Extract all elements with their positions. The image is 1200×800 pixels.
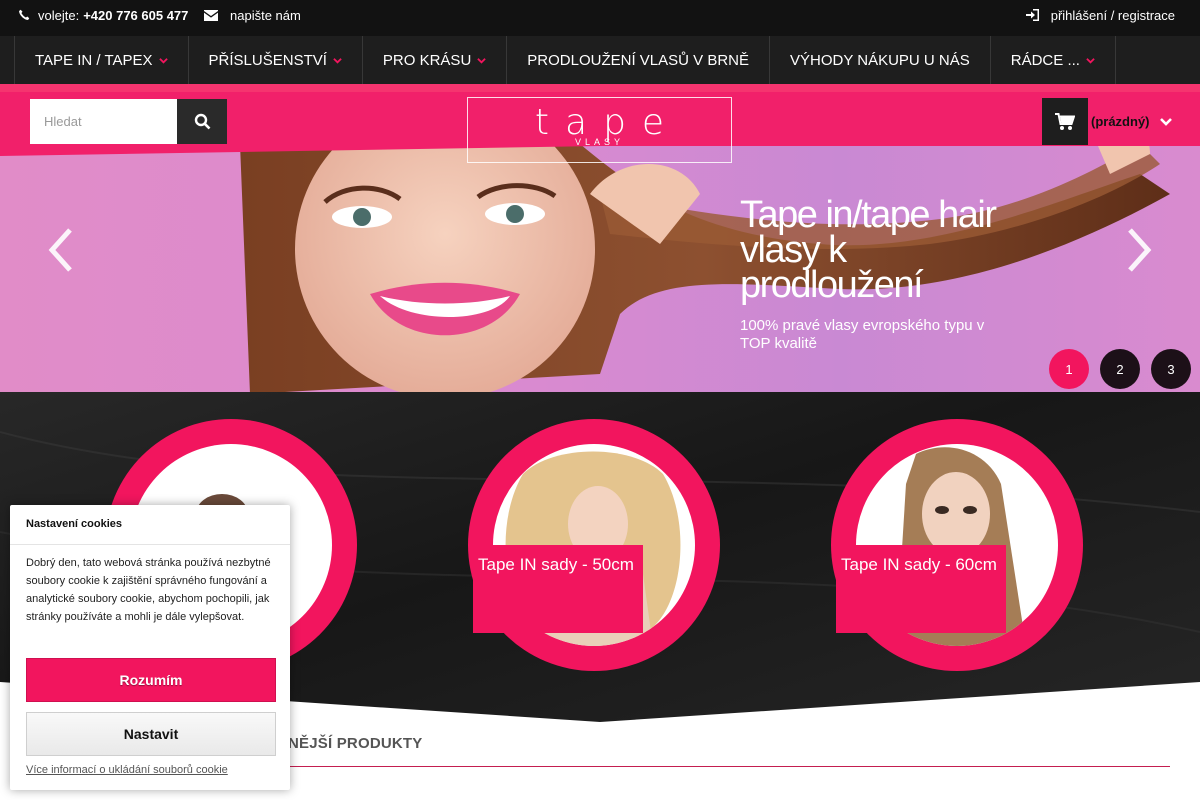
search-input[interactable]: [30, 99, 177, 144]
cookie-settings-button[interactable]: Nastavit: [26, 712, 276, 756]
slider-dot-2[interactable]: 2: [1100, 349, 1140, 389]
slider-prev-icon[interactable]: [46, 228, 76, 272]
cart-label: (prázdný): [1091, 114, 1150, 129]
category-caption-box: Tape IN sady - 60cm: [836, 545, 1006, 633]
mail-contact[interactable]: napište nám: [204, 0, 301, 30]
logo-sub: VLASY: [574, 137, 625, 147]
nav-item-tape-in[interactable]: TAPE IN / TAPEX: [14, 36, 189, 84]
slide-subtitle: 100% pravé vlasy evropského typu v TOP k…: [740, 317, 985, 352]
products-heading: NĚJŠÍ PRODUKTY: [288, 735, 423, 752]
category-label: Tape IN sady - 60cm: [841, 555, 997, 574]
search-button[interactable]: [177, 99, 227, 144]
main-nav: TAPE IN / TAPEX PŘÍSLUŠENSTVÍ PRO KRÁSU …: [0, 36, 1200, 84]
site-logo[interactable]: tape VLASY: [467, 97, 732, 163]
slider-dot-1[interactable]: 1: [1049, 349, 1089, 389]
cookie-accept-button[interactable]: Rozumím: [26, 658, 276, 702]
chevron-down-icon: [333, 57, 342, 64]
cookie-more-info-link[interactable]: Více informací o ukládání souborů cookie: [26, 764, 228, 776]
category-card[interactable]: Tape IN sady - 60cm: [831, 419, 1083, 671]
slider-dot-3[interactable]: 3: [1151, 349, 1191, 389]
nav-item-pro-krasu[interactable]: PRO KRÁSU: [363, 36, 508, 84]
nav-label: RÁDCE ...: [1010, 51, 1080, 69]
search-icon: [194, 113, 210, 130]
envelope-icon: [204, 9, 218, 21]
chevron-down-icon[interactable]: [1159, 117, 1172, 127]
nav-label: VÝHODY NÁKUPU U NÁS: [790, 51, 970, 69]
mail-label: napište nám: [230, 7, 301, 23]
products-divider: [288, 766, 1170, 767]
chevron-down-icon: [158, 57, 168, 64]
phone-prefix: volejte:: [38, 7, 80, 23]
category-label: Tape IN sady - 50cm: [478, 555, 634, 574]
phone-icon: [19, 9, 30, 20]
nav-item-radce[interactable]: RÁDCE ...: [991, 36, 1116, 84]
top-bar: volejte: +420 776 605 477 napište nám př…: [0, 0, 1200, 36]
login-link[interactable]: přihlášení / registrace: [1025, 0, 1175, 30]
cart-widget[interactable]: (prázdný): [1042, 98, 1172, 145]
search-box: [30, 99, 227, 144]
login-label: přihlášení / registrace: [1050, 7, 1175, 23]
chevron-down-icon: [1086, 57, 1095, 64]
category-caption-box: Tape IN sady - 50cm: [473, 545, 643, 633]
phone-contact[interactable]: volejte: +420 776 605 477: [18, 0, 188, 30]
category-card[interactable]: Tape IN sady - 50cm: [468, 419, 720, 671]
cookie-title: Nastavení cookies: [10, 505, 290, 545]
nav-label: PRODLOUŽENÍ VLASŮ V BRNĚ: [527, 51, 749, 69]
phone-number[interactable]: +420 776 605 477: [83, 8, 188, 23]
nav-label: PŘÍSLUŠENSTVÍ: [208, 51, 327, 69]
cart-icon: [1055, 112, 1075, 130]
cookie-text: Dobrý den, tato webová stránka používá n…: [26, 557, 271, 623]
chevron-down-icon: [477, 57, 487, 64]
nav-label: TAPE IN / TAPEX: [35, 51, 153, 69]
slider-pagination: 1 2 3: [1049, 349, 1200, 389]
cookie-dialog: Nastavení cookies Dobrý den, tato webová…: [10, 505, 290, 790]
nav-item-prodlouzeni[interactable]: PRODLOUŽENÍ VLASŮ V BRNĚ: [507, 36, 770, 84]
nav-label: PRO KRÁSU: [382, 51, 472, 69]
slide-title: Tape in/tape hair vlasy k prodloužení: [740, 194, 997, 306]
sign-in-icon: [1025, 9, 1039, 21]
nav-item-prislusenstvi[interactable]: PŘÍSLUŠENSTVÍ: [189, 36, 363, 84]
slider-next-icon[interactable]: [1124, 228, 1154, 272]
cart-button[interactable]: [1042, 98, 1088, 145]
nav-item-vyhody[interactable]: VÝHODY NÁKUPU U NÁS: [770, 36, 991, 84]
